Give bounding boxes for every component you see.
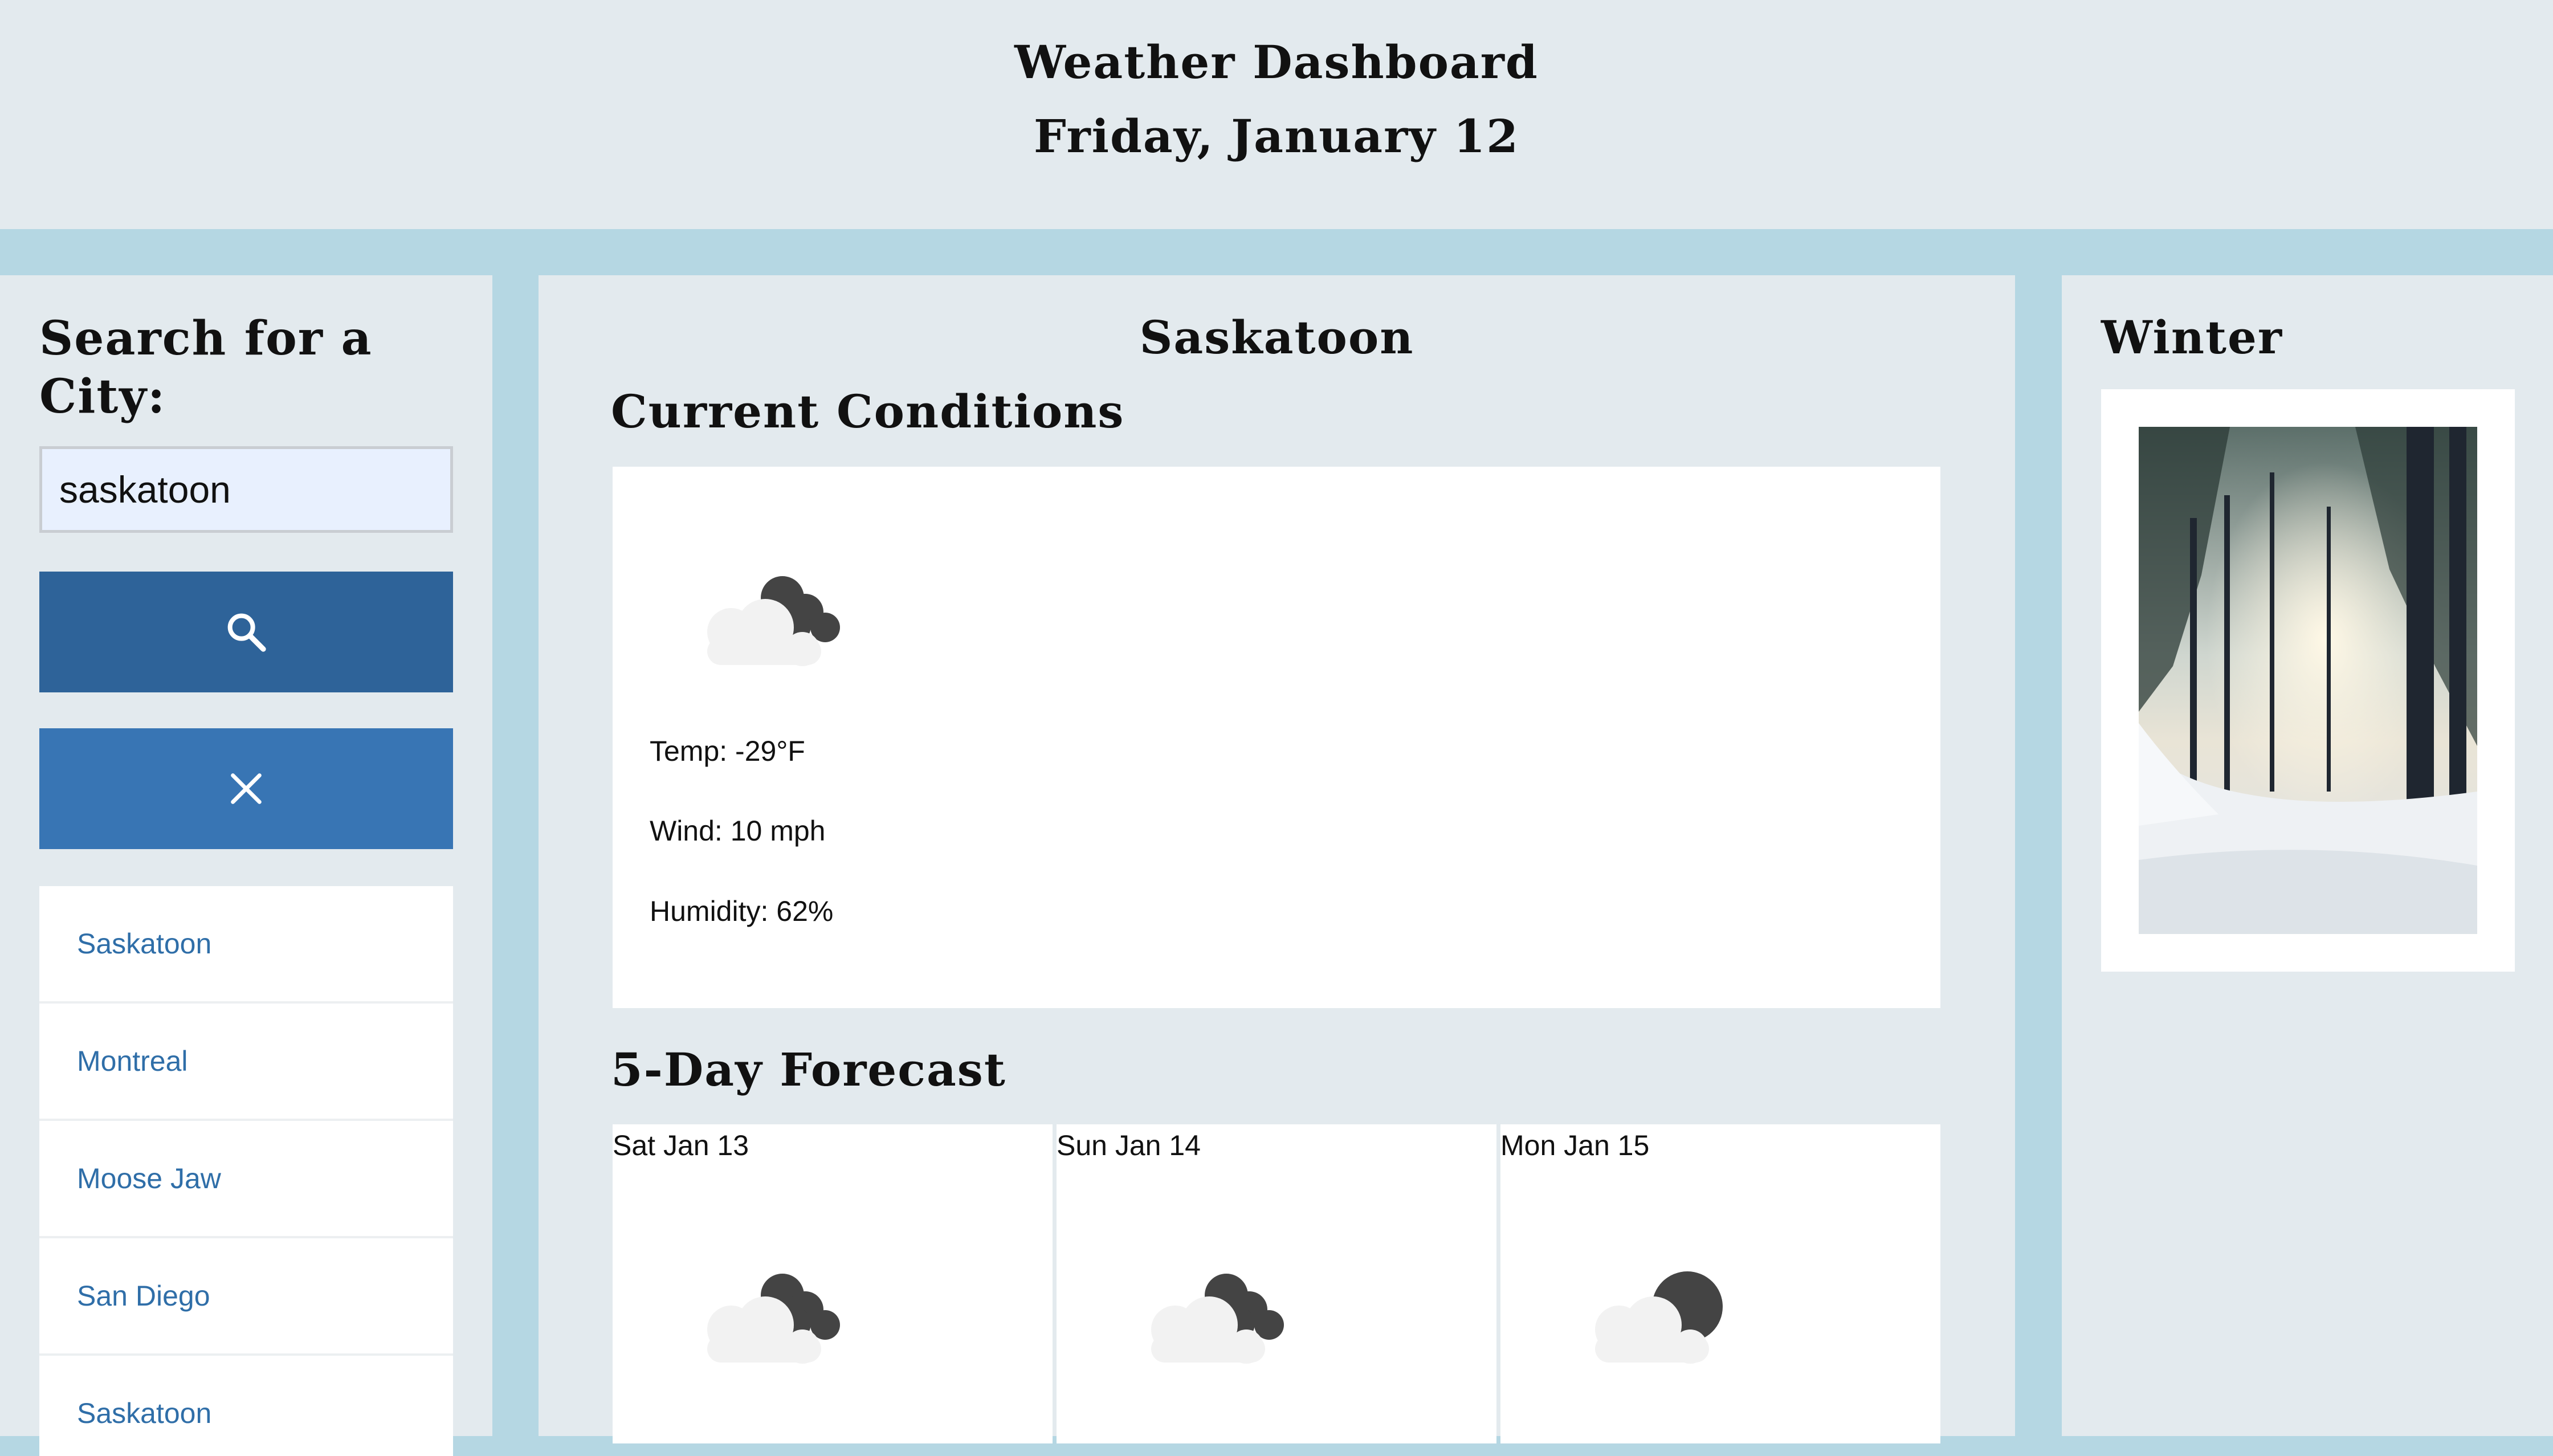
history-item[interactable]: Saskatoon — [39, 886, 453, 1004]
city-search-input[interactable] — [39, 446, 453, 533]
city-name: Saskatoon — [1139, 311, 1414, 364]
history-item[interactable]: Saskatoon — [39, 1356, 453, 1456]
forecast-date: Sat Jan 13 — [613, 1129, 749, 1161]
cloud-moon-icon — [707, 576, 840, 666]
search-sidebar: Search for a City: Saskatoon Montreal Mo… — [0, 275, 492, 1456]
page-title: Weather Dashboard — [1014, 35, 1539, 89]
current-date: Friday, January 12 — [1034, 109, 1519, 163]
forecast-heading: 5-Day Forecast — [611, 1043, 1006, 1096]
cloud-moon-icon — [1595, 1271, 1723, 1364]
history-item-label[interactable]: Saskatoon — [77, 1397, 211, 1430]
history-item-label[interactable]: Moose Jaw — [77, 1162, 221, 1195]
history-item-label[interactable]: Saskatoon — [77, 927, 211, 960]
search-icon — [227, 613, 266, 652]
forecast-card: Mon Jan 15 — [1500, 1124, 1940, 1443]
current-wind: Wind: 10 mph — [650, 815, 826, 847]
history-item[interactable]: San Diego — [39, 1238, 453, 1356]
season-panel: Winter — [2062, 275, 2553, 1436]
page-header: Weather Dashboard Friday, January 12 — [0, 0, 2553, 229]
current-conditions-card: Temp: -29°F Wind: 10 mph Humidity: 62% — [613, 467, 1940, 1008]
current-temp: Temp: -29°F — [650, 735, 805, 767]
forecast-date: Mon Jan 15 — [1500, 1129, 1650, 1161]
forecast-date: Sun Jan 14 — [1057, 1129, 1201, 1161]
search-heading: Search for a City: — [39, 311, 373, 424]
weather-main: Saskatoon Current Conditions Temp: -29°F… — [539, 275, 2015, 1443]
history-item[interactable]: Moose Jaw — [39, 1121, 453, 1238]
current-conditions-heading: Current Conditions — [611, 385, 1125, 438]
current-humidity: Humidity: 62% — [650, 895, 834, 927]
clear-history-button[interactable] — [39, 728, 453, 849]
history-item[interactable]: Montreal — [39, 1004, 453, 1121]
close-icon — [231, 773, 262, 804]
forecast-card: Sat Jan 13 — [613, 1124, 1053, 1443]
cloud-moon-icon — [707, 1274, 840, 1364]
forecast-card: Sun Jan 14 — [1057, 1124, 1496, 1443]
history-item-label[interactable]: Montreal — [77, 1045, 188, 1078]
cloud-moon-icon — [1151, 1274, 1284, 1364]
search-button[interactable] — [39, 572, 453, 692]
season-image-card — [2101, 389, 2515, 972]
history-item-label[interactable]: San Diego — [77, 1279, 210, 1312]
search-history-list: Saskatoon Montreal Moose Jaw San Diego S… — [39, 886, 453, 1456]
winter-forest-photo — [2139, 427, 2477, 934]
season-heading: Winter — [2101, 311, 2283, 364]
